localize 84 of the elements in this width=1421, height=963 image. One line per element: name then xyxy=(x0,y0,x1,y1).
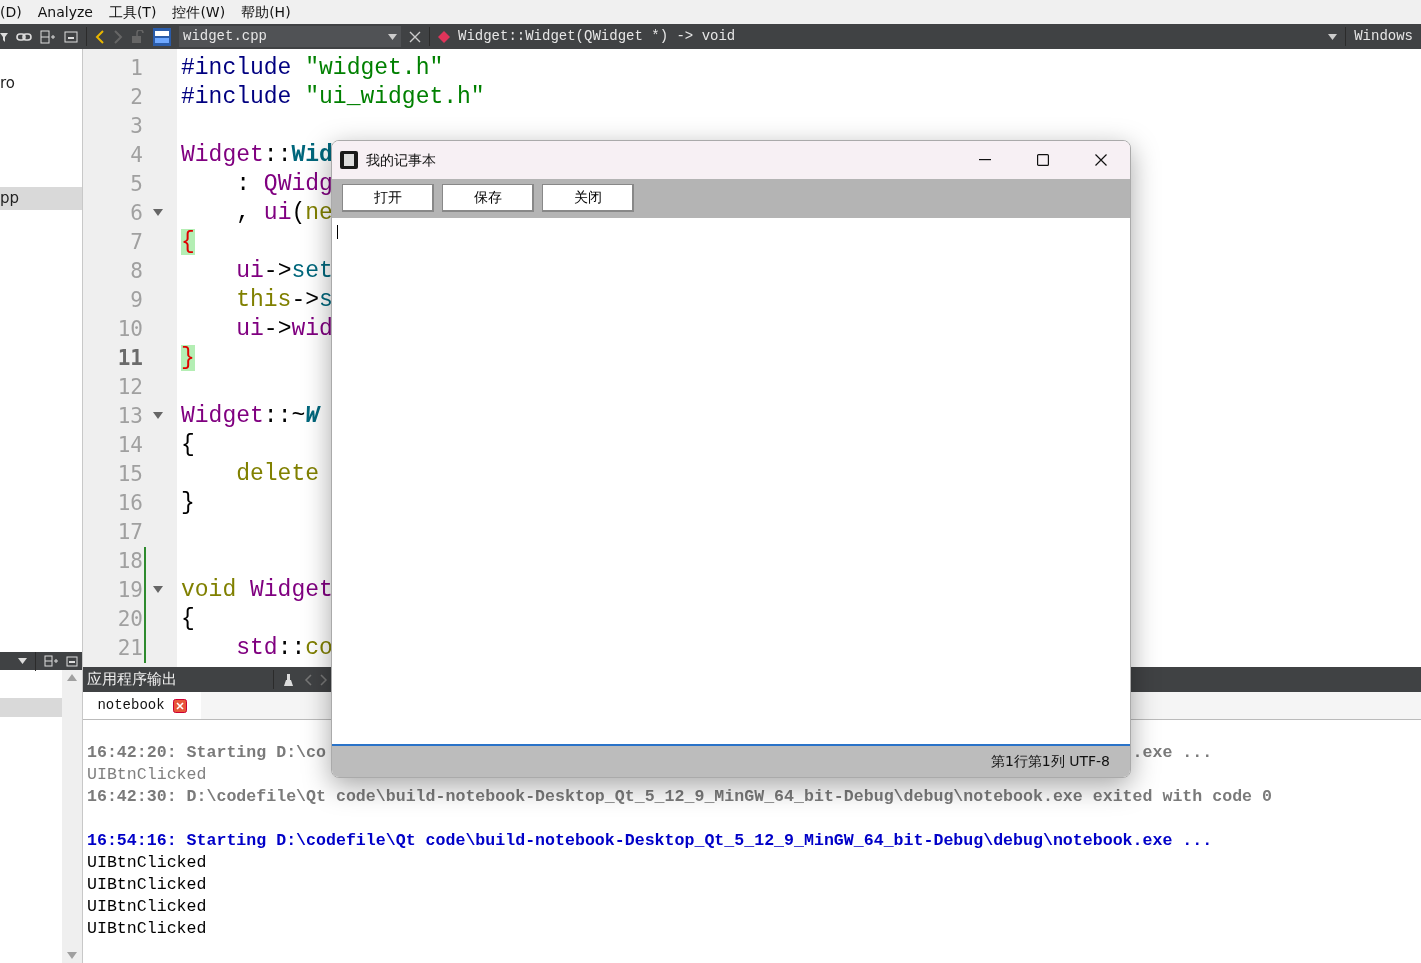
maximize-icon xyxy=(1037,154,1049,166)
code-line: this->s xyxy=(235,286,333,315)
caret-icon xyxy=(388,33,397,40)
output-line: UIBtnClicked xyxy=(87,919,207,938)
close-icon xyxy=(1095,154,1107,166)
code-line: void Widget xyxy=(181,576,333,605)
line-number: 19 xyxy=(116,577,143,604)
link-icon[interactable] xyxy=(16,30,32,43)
file-dropdown[interactable]: widget.cpp xyxy=(179,26,401,47)
tree-item[interactable]: ro xyxy=(0,72,82,95)
line-number: 5 xyxy=(129,171,143,198)
line-number: 9 xyxy=(129,287,143,314)
menu-item[interactable]: 控件(W) xyxy=(164,0,234,24)
line-number: 13 xyxy=(116,403,143,430)
code-line: ui->set xyxy=(235,257,333,286)
code-line: #include "widget.h" xyxy=(181,54,444,83)
output-line: UIBtnClicked xyxy=(87,853,207,872)
line-number: 8 xyxy=(129,258,143,285)
line-number: 16 xyxy=(116,490,143,517)
output-line: UIBtnClicked xyxy=(87,765,207,784)
line-number: 3 xyxy=(129,113,143,140)
toolbar-button[interactable]: 打开 xyxy=(342,184,434,212)
filter-icon[interactable] xyxy=(0,30,8,43)
split-icon[interactable] xyxy=(40,29,56,44)
line-number: 11 xyxy=(116,345,143,372)
line-number: 14 xyxy=(116,432,143,459)
line-number: 6 xyxy=(129,200,143,227)
output-line: 16:42:20: Starting D:\co xyxy=(87,743,326,762)
code-line: , ui(ne xyxy=(235,199,333,228)
code-line: Widget::~W xyxy=(181,402,320,431)
text-cursor xyxy=(337,224,338,239)
line-number: 10 xyxy=(116,316,143,343)
code-line: std::co xyxy=(235,634,333,663)
line-number: 17 xyxy=(116,519,143,546)
line-number: 4 xyxy=(129,142,143,169)
code-line: delete xyxy=(235,460,320,489)
code-line: : QWidg xyxy=(235,170,333,199)
close-icon[interactable] xyxy=(172,698,187,713)
menu-item[interactable]: Analyze xyxy=(29,0,101,24)
code-line: { xyxy=(181,431,195,460)
diamond-icon xyxy=(438,30,450,43)
minimize-icon xyxy=(979,159,991,161)
output-line: 16:54:16: Starting D:\codefile\Qt code\build-notebook-Desktop_Qt_5_12_9_MinGW_64_bit-Debug\debug\notebook.exe ... xyxy=(87,830,1213,852)
panel-title: 应用程序输出 xyxy=(87,669,177,691)
line-number: 7 xyxy=(129,229,143,256)
symbol-selector[interactable]: Widget::Widget(QWidget *) -> void xyxy=(458,26,1321,47)
line-number: 2 xyxy=(129,84,143,111)
code-line: } xyxy=(181,489,195,518)
fold-icon[interactable] xyxy=(153,209,163,216)
toolbar-button[interactable]: 关闭 xyxy=(542,184,634,212)
split-icon[interactable] xyxy=(44,655,58,667)
tree-item[interactable]: pp xyxy=(0,187,82,210)
fold-icon[interactable] xyxy=(153,586,163,593)
file-type-icon xyxy=(153,27,171,46)
menu-item[interactable]: 工具(T) xyxy=(100,0,165,24)
code-line: { xyxy=(181,605,195,634)
line-number: 12 xyxy=(116,374,143,401)
app-icon xyxy=(340,151,358,169)
output-line: UIBtnClicked xyxy=(87,897,207,916)
caret-icon[interactable] xyxy=(1328,33,1338,40)
window-label[interactable]: Windows xyxy=(1354,26,1421,47)
output-line: .exe ... xyxy=(1132,743,1213,762)
window-icon[interactable] xyxy=(66,655,78,667)
code-line: #include "ui_widget.h" xyxy=(181,83,485,112)
line-number: 1 xyxy=(129,55,143,82)
output-line: 16:42:30: D:\codefile\Qt code\build-notebook-Desktop_Qt_5_12_9_MinGW_64_bit-Debug\debug\notebook.exe exited with code 0 xyxy=(87,787,1272,806)
caret-icon[interactable] xyxy=(18,658,27,664)
menu-item[interactable]: (D) xyxy=(0,0,30,24)
output-line: UIBtnClicked xyxy=(87,875,207,894)
window-title: 我的记事本 xyxy=(366,150,437,170)
status-text: 第1行第1列 UTF-8 xyxy=(990,752,1110,772)
file-name: widget.cpp xyxy=(183,27,268,46)
code-line: Widget::Wid xyxy=(181,141,333,170)
list-row-highlight xyxy=(0,698,62,717)
window-icon[interactable] xyxy=(64,30,78,43)
fold-icon[interactable] xyxy=(153,412,163,419)
menu-item[interactable]: 帮助(H) xyxy=(233,0,299,24)
output-tab[interactable]: notebook xyxy=(83,692,201,719)
line-number: 18 xyxy=(116,548,143,575)
toolbar-button[interactable]: 保存 xyxy=(442,184,534,212)
line-number: 20 xyxy=(116,606,143,633)
line-number: 21 xyxy=(116,635,143,662)
line-number: 15 xyxy=(116,461,143,488)
code-line: ui->wid xyxy=(235,315,333,344)
